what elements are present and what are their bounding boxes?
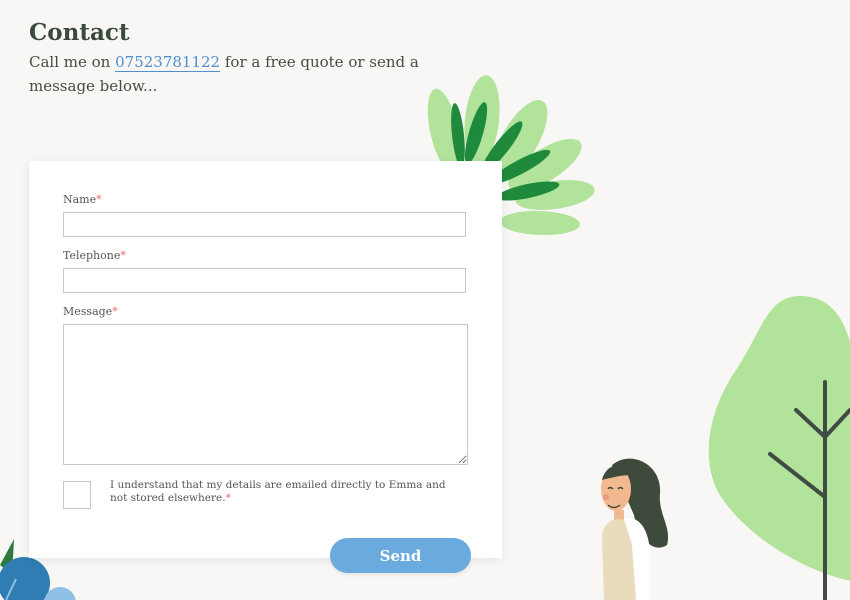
name-input[interactable]	[63, 212, 466, 237]
page-title: Contact	[29, 19, 130, 46]
send-button[interactable]: Send	[330, 538, 471, 573]
name-label: Name*	[63, 193, 102, 206]
intro-before: Call me on	[29, 53, 116, 71]
consent-checkbox[interactable]	[63, 481, 91, 509]
message-label: Message*	[63, 305, 118, 318]
telephone-input[interactable]	[63, 268, 466, 293]
woman-icon	[601, 458, 669, 600]
consent-text: I understand that my details are emailed…	[110, 479, 446, 504]
required-marker: *	[96, 193, 102, 206]
tree-icon	[708, 295, 850, 600]
phone-link[interactable]: 07523781122	[115, 53, 221, 72]
intro-text: Call me on 07523781122 for a free quote …	[29, 50, 469, 98]
required-marker: *	[120, 249, 126, 262]
telephone-label: Telephone*	[63, 249, 126, 262]
required-marker: *	[112, 305, 118, 318]
contact-form: Name* Telephone* Message* I understand t…	[29, 161, 502, 558]
message-textarea[interactable]	[63, 324, 468, 465]
required-marker: *	[225, 492, 231, 504]
